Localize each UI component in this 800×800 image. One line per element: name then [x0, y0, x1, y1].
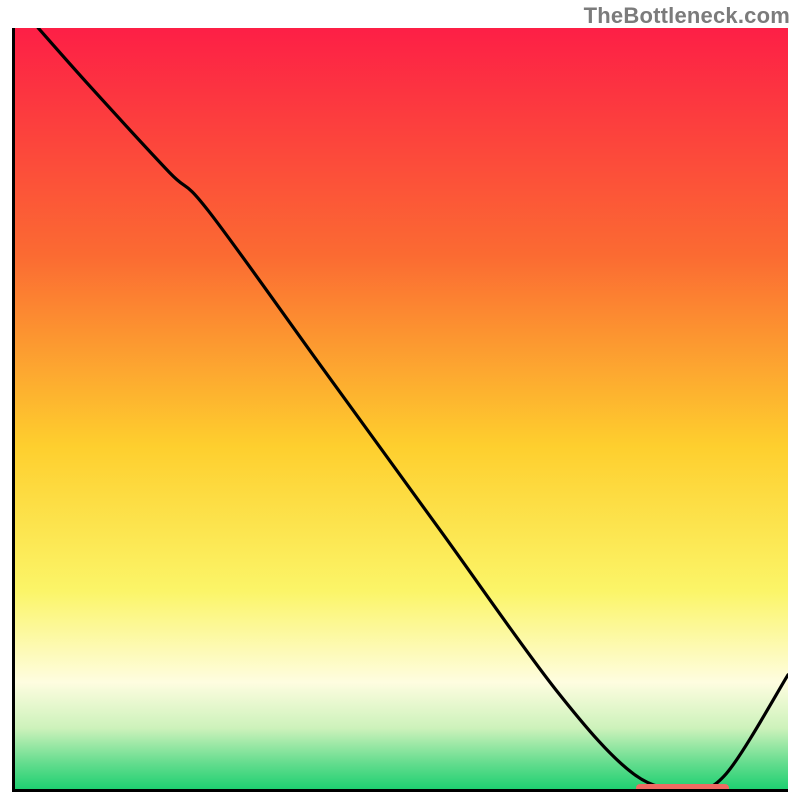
watermark-text: TheBottleneck.com — [584, 3, 790, 29]
heat-gradient — [15, 28, 788, 789]
optimal-range-marker — [636, 784, 729, 792]
plot-svg — [15, 28, 788, 789]
chart-frame: TheBottleneck.com — [0, 0, 800, 800]
plot-area — [12, 28, 788, 792]
